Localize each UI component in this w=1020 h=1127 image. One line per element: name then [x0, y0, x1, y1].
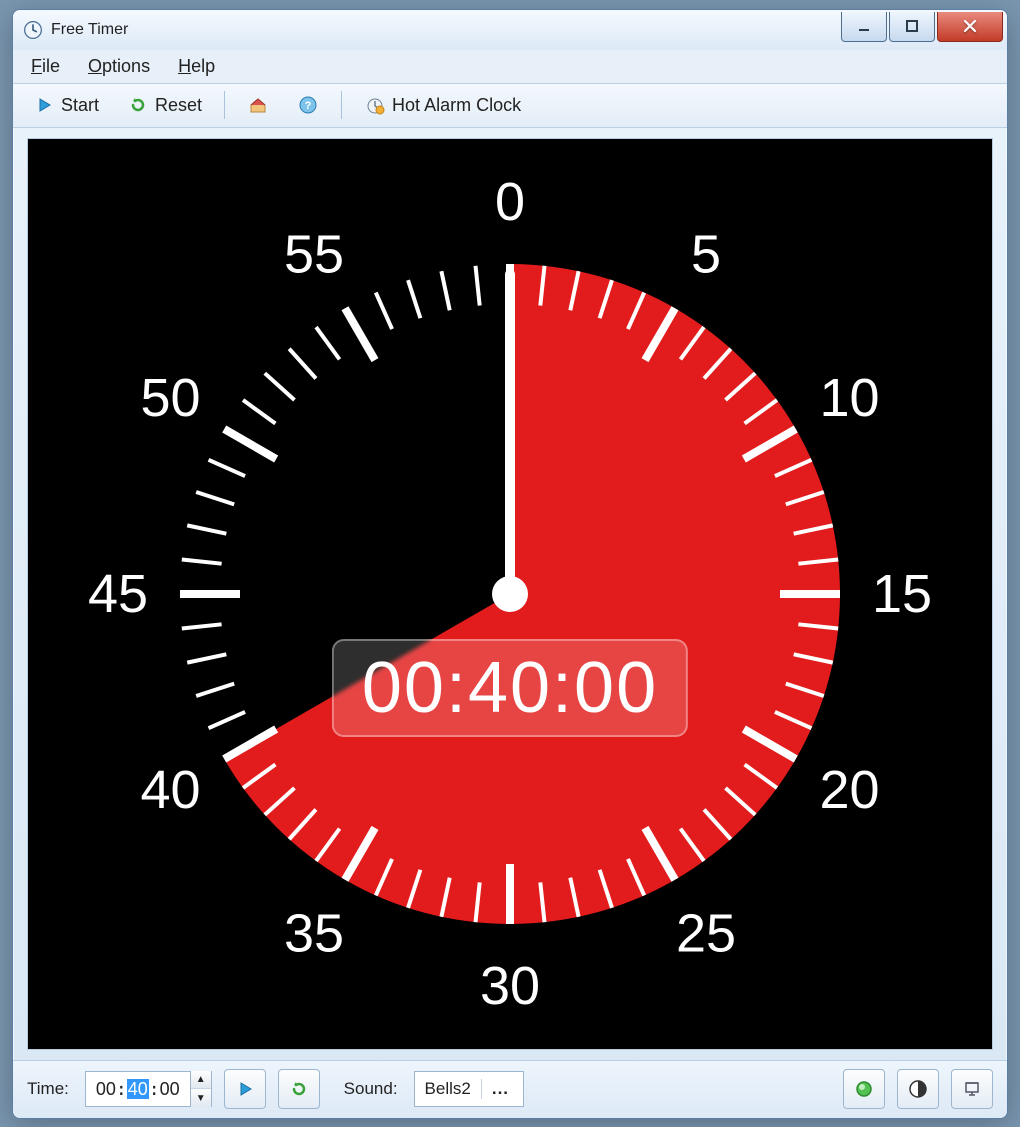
- svg-text:35: 35: [284, 903, 344, 963]
- minimize-button[interactable]: [841, 12, 887, 42]
- reset-icon: [290, 1080, 308, 1098]
- svg-text:?: ?: [305, 100, 312, 112]
- play-icon: [33, 94, 55, 116]
- help-icon: ?: [297, 94, 319, 116]
- time-value[interactable]: 00:40:00: [86, 1079, 190, 1100]
- time-spinner[interactable]: ▲ ▼: [190, 1071, 211, 1107]
- alarm-clock-icon: [364, 94, 386, 116]
- time-input[interactable]: 00:40:00 ▲ ▼: [85, 1071, 212, 1107]
- home-button[interactable]: [237, 90, 279, 120]
- window-controls: [841, 12, 1003, 42]
- statusbar: Time: 00:40:00 ▲ ▼ Sound: Bells2 ...: [13, 1060, 1007, 1118]
- hot-alarm-label: Hot Alarm Clock: [392, 95, 521, 116]
- status-green-button[interactable]: [843, 1069, 885, 1109]
- spin-up-icon[interactable]: ▲: [191, 1071, 211, 1089]
- svg-text:15: 15: [872, 564, 932, 624]
- sound-label: Sound:: [344, 1079, 398, 1099]
- menubar: File Options Help: [13, 50, 1007, 84]
- maximize-button[interactable]: [889, 12, 935, 42]
- svg-text:55: 55: [284, 224, 344, 284]
- play-icon: [237, 1081, 253, 1097]
- help-button[interactable]: ?: [287, 90, 329, 120]
- sound-select[interactable]: Bells2 ...: [414, 1071, 524, 1107]
- analog-clock: 0 5 10 15 20 25 30 35 40 45 50 55 00:40:00: [60, 144, 960, 1044]
- svg-text:0: 0: [495, 172, 525, 232]
- svg-text:40: 40: [140, 760, 200, 820]
- timer-display-area: 0 5 10 15 20 25 30 35 40 45 50 55 00:40:00: [27, 138, 993, 1050]
- svg-text:50: 50: [140, 368, 200, 428]
- svg-text:5: 5: [691, 224, 721, 284]
- sound-browse-icon[interactable]: ...: [481, 1079, 509, 1099]
- svg-text:30: 30: [480, 956, 540, 1016]
- presentation-icon: [963, 1080, 981, 1098]
- reset-button-small[interactable]: [278, 1069, 320, 1109]
- window-title: Free Timer: [51, 21, 841, 39]
- start-button[interactable]: Start: [23, 90, 109, 120]
- spin-down-icon[interactable]: ▼: [191, 1089, 211, 1107]
- menu-options[interactable]: Options: [88, 56, 150, 77]
- toolbar-separator: [224, 91, 225, 119]
- svg-text:20: 20: [819, 760, 879, 820]
- titlebar: Free Timer: [13, 10, 1007, 50]
- app-window: Free Timer File Options Help Start Reset: [12, 9, 1008, 1119]
- contrast-icon: [908, 1079, 928, 1099]
- svg-text:10: 10: [819, 368, 879, 428]
- close-button[interactable]: [937, 12, 1003, 42]
- toolbar: Start Reset ? Hot Alarm Clock: [13, 84, 1007, 128]
- home-icon: [247, 94, 269, 116]
- time-label: Time:: [27, 1079, 69, 1099]
- digital-time: 00:40:00: [332, 639, 688, 737]
- play-button-small[interactable]: [224, 1069, 266, 1109]
- svg-text:25: 25: [676, 903, 736, 963]
- svg-text:45: 45: [88, 564, 148, 624]
- reset-button[interactable]: Reset: [117, 90, 212, 120]
- reset-label: Reset: [155, 95, 202, 116]
- reset-icon: [127, 94, 149, 116]
- fullscreen-button[interactable]: [951, 1069, 993, 1109]
- app-icon: [23, 20, 43, 40]
- hot-alarm-button[interactable]: Hot Alarm Clock: [354, 90, 531, 120]
- green-dot-icon: [854, 1079, 874, 1099]
- start-label: Start: [61, 95, 99, 116]
- menu-help[interactable]: Help: [178, 56, 215, 77]
- sound-value: Bells2: [415, 1079, 481, 1099]
- menu-file[interactable]: File: [31, 56, 60, 77]
- toolbar-separator-2: [341, 91, 342, 119]
- contrast-button[interactable]: [897, 1069, 939, 1109]
